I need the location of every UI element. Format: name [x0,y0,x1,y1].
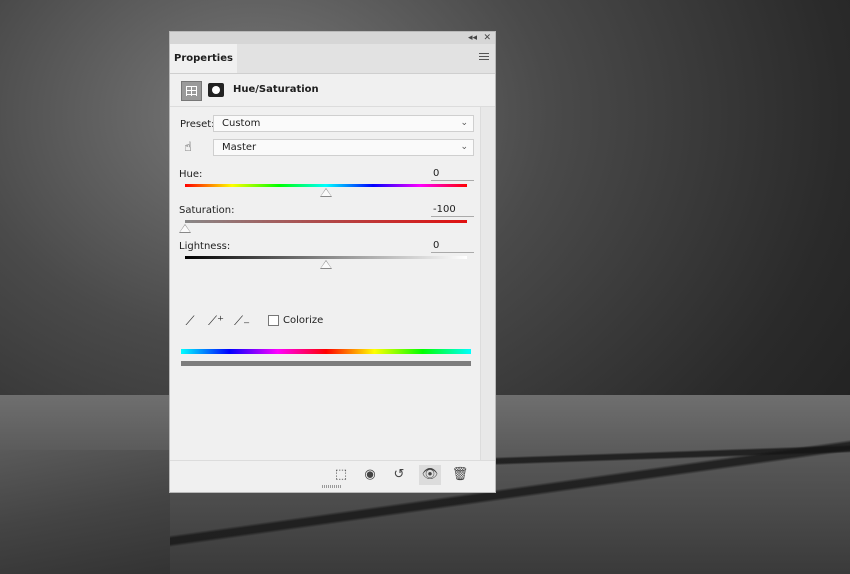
output-color-bar [181,361,471,366]
saturation-label: Saturation: [179,205,235,216]
colorize-checkbox[interactable] [268,315,279,326]
lightness-value-field[interactable]: 0 [431,240,474,253]
background-deck-left [0,450,170,574]
colorize-label: Colorize [283,315,324,326]
double-chevron-left-icon[interactable]: ◂◂ [468,32,477,44]
hue-slider-thumb[interactable] [320,188,332,197]
hue-slider-track[interactable] [185,184,467,187]
properties-panel: ◂◂ ✕ Properties Hue/Saturation Preset: C… [169,31,496,493]
view-previous-state-icon[interactable]: ◉ [359,465,381,485]
adjustment-title: Hue/Saturation [233,84,319,95]
eyedropper-add-icon[interactable]: ⟋⁺ [207,313,225,331]
preset-value: Custom [222,118,261,129]
saturation-value-field[interactable]: -100 [431,204,474,217]
resize-grip[interactable] [322,485,342,488]
eyedropper-icon[interactable]: ⟋ [181,313,199,331]
tab-properties[interactable]: Properties [170,44,237,73]
panel-scrollbar[interactable] [480,107,495,460]
hue-saturation-adjustment-icon[interactable] [181,81,202,101]
chevron-down-icon: ⌄ [460,118,468,128]
channel-value: Master [222,142,257,153]
panel-titlebar: ◂◂ ✕ [170,32,495,44]
targeted-adjustment-hand-icon[interactable]: ☝ [184,140,192,155]
lightness-label: Lightness: [179,241,231,252]
chevron-down-icon: ⌄ [460,142,468,152]
delete-icon[interactable]: 🗑 [449,465,471,485]
channel-dropdown[interactable]: Master ⌄ [213,139,474,156]
layer-mask-icon[interactable] [208,83,224,97]
lightness-slider-track[interactable] [185,256,467,259]
saturation-slider-thumb[interactable] [179,224,191,233]
hue-label: Hue: [179,169,203,180]
reset-icon[interactable]: ↺ [388,465,410,485]
hue-value-field[interactable]: 0 [431,168,474,181]
close-icon[interactable]: ✕ [483,32,491,44]
lightness-slider-thumb[interactable] [320,260,332,269]
panel-bottom-toolbar: ⬚ ◉ ↺ 👁 🗑 [170,460,495,489]
panel-menu-icon[interactable] [479,53,489,62]
input-color-bar [181,349,471,354]
toggle-visibility-icon[interactable]: 👁 [419,465,441,485]
tab-row: Properties [170,44,495,74]
preset-dropdown[interactable]: Custom ⌄ [213,115,474,132]
adjustment-header: Hue/Saturation [170,74,495,107]
clip-to-layer-icon[interactable]: ⬚ [330,465,352,485]
saturation-slider-track[interactable] [185,220,467,223]
preset-label: Preset: [180,119,215,130]
eyedropper-subtract-icon[interactable]: ⟋₋ [233,313,251,331]
